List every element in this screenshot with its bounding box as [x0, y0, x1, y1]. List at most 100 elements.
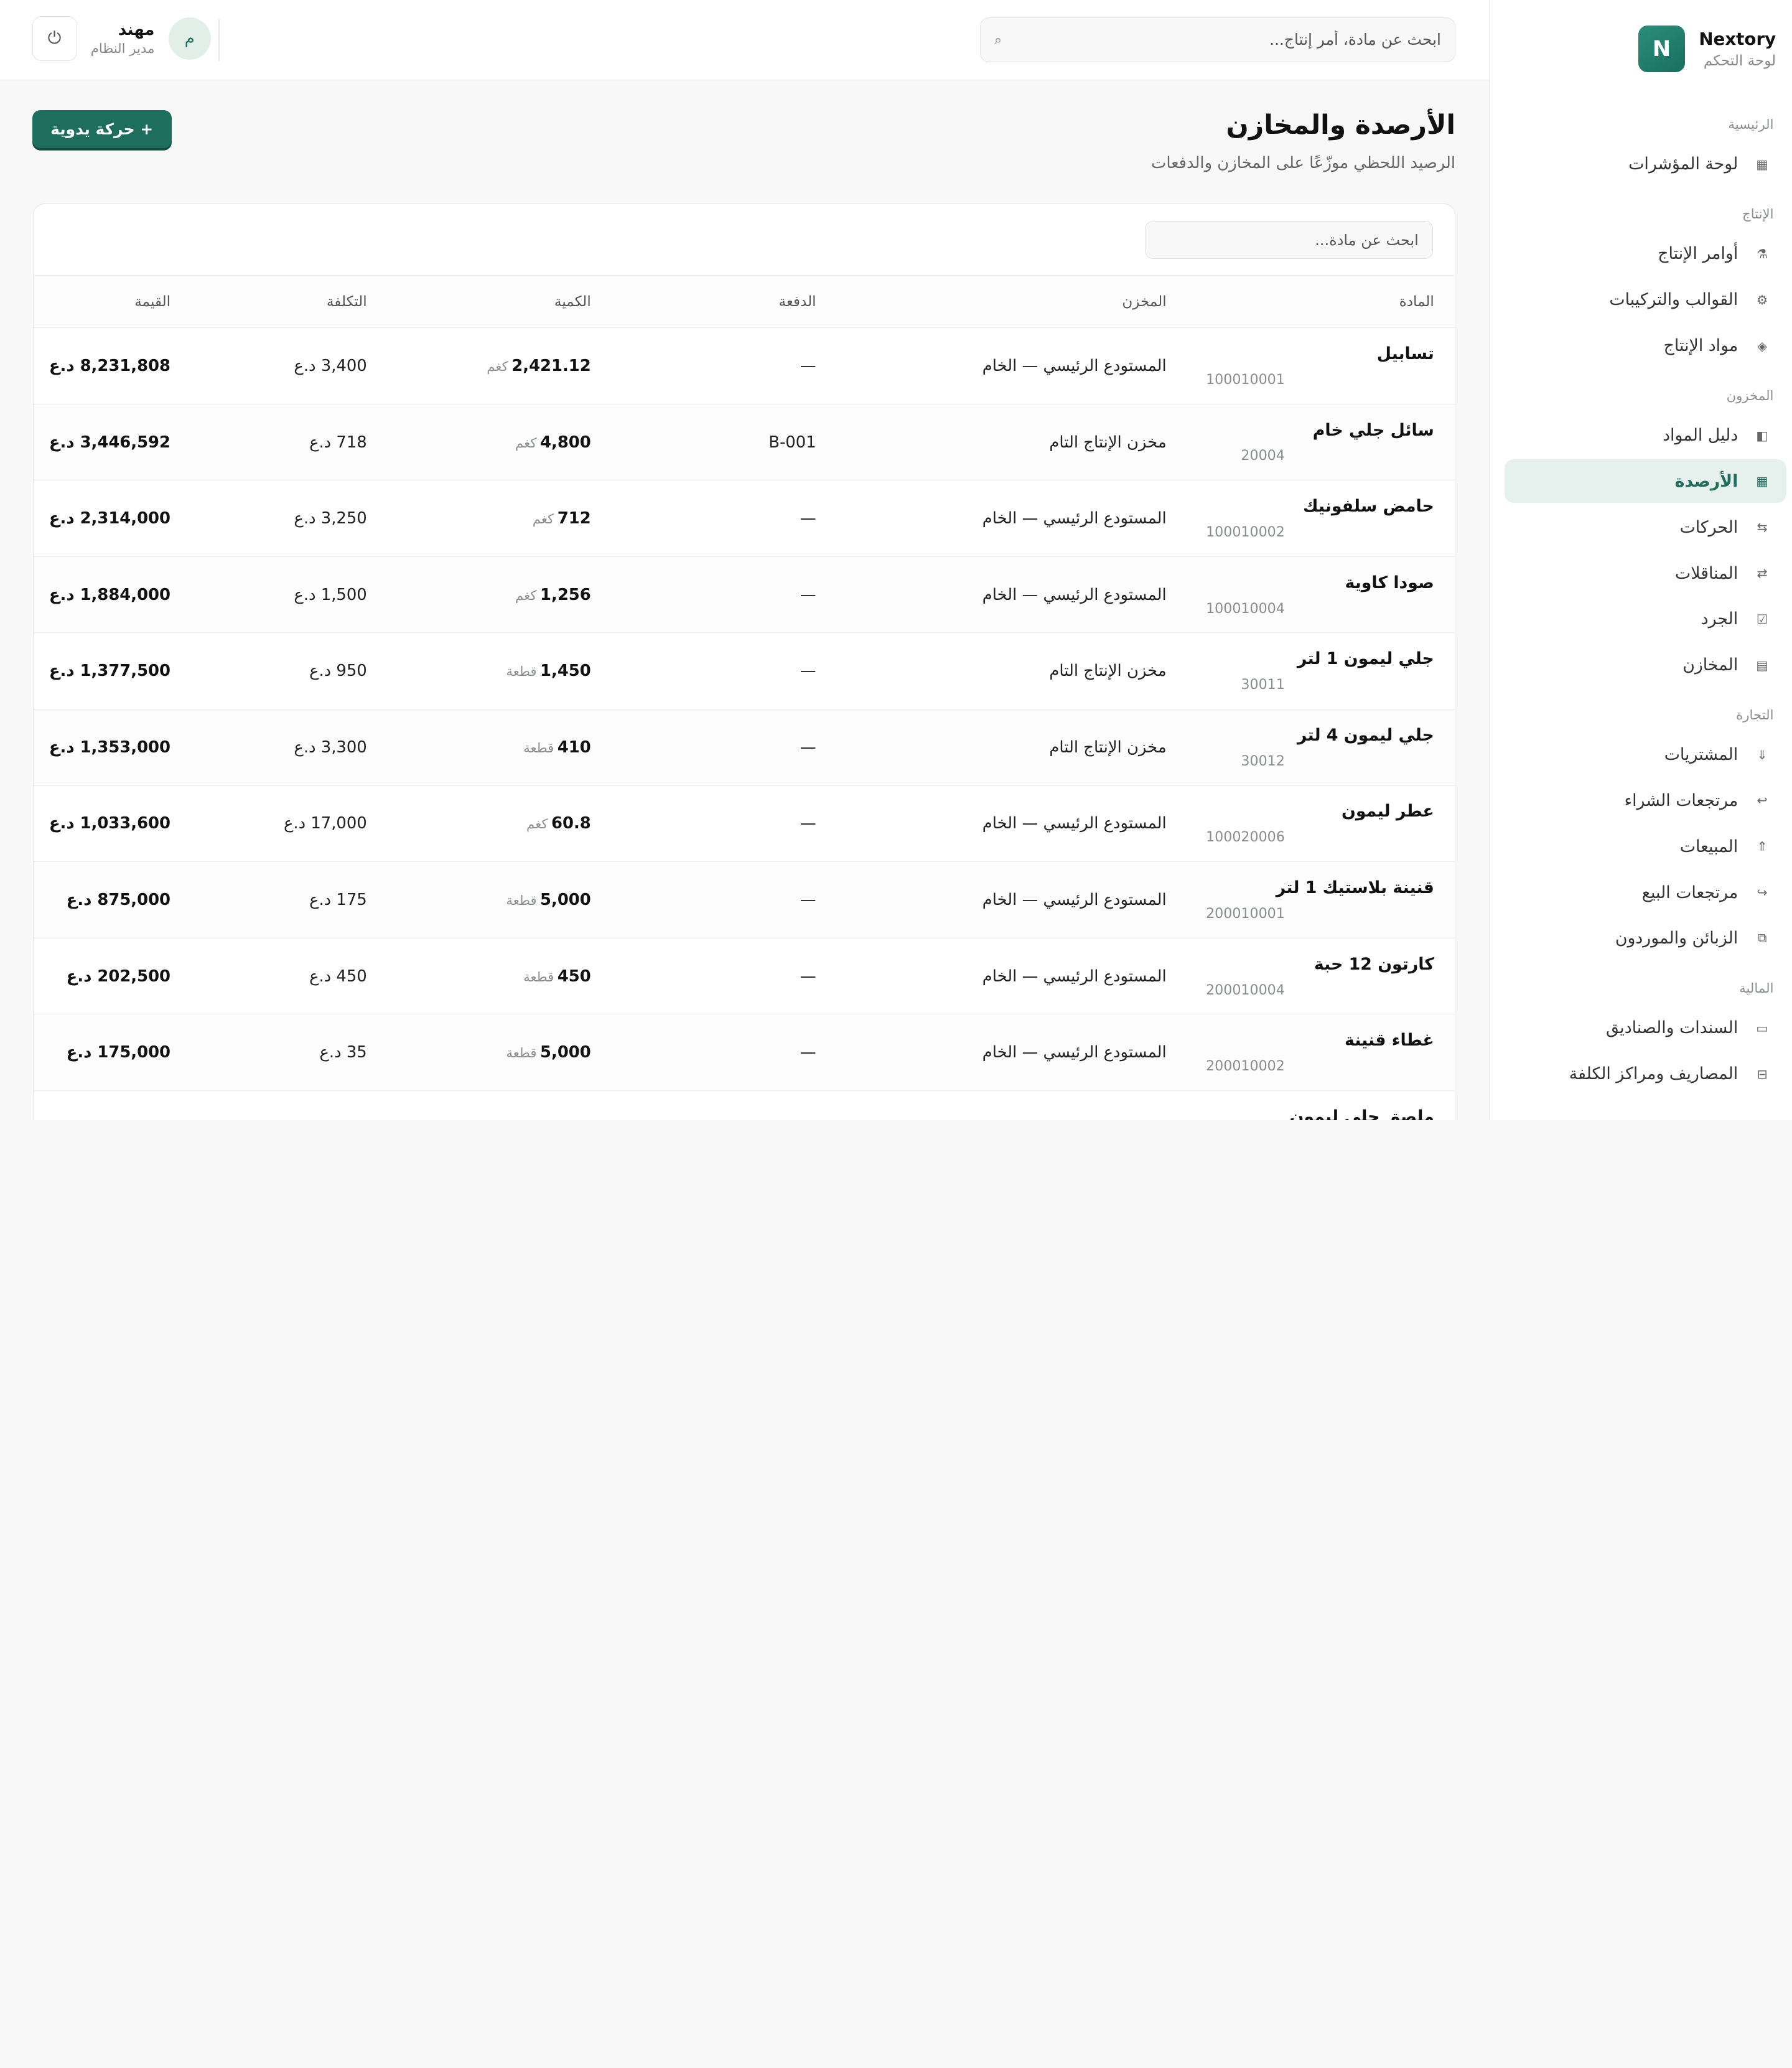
sidebar-item-label: الجرد	[1701, 609, 1738, 629]
material-search[interactable]	[1144, 221, 1433, 260]
avatar[interactable]: م	[168, 17, 211, 60]
cell-material: جلي ليمون 1 لتر 30011	[1241, 649, 1434, 693]
material-code: 100010001	[1206, 371, 1285, 388]
header-material[interactable]: المادة	[1399, 294, 1434, 310]
sidebar-item-label: المشتريات	[1664, 745, 1738, 765]
cell-qty: 1,450قطعة	[506, 662, 590, 680]
brand-name: Nextory	[1699, 29, 1776, 50]
qty-unit: قطعة	[523, 740, 554, 756]
gear-icon: ⚙	[1756, 292, 1768, 307]
header-warehouse[interactable]: المخزن	[1122, 294, 1166, 310]
table-row[interactable]: حامض سلفونيك 100010002 المستودع الرئيسي …	[34, 480, 1455, 557]
cell-qty: 450قطعة	[523, 967, 591, 986]
logout-button[interactable]: ⏻	[32, 16, 77, 61]
table-body: تسابيل 100010001 المستودع الرئيسي — الخا…	[34, 328, 1455, 1120]
global-search[interactable]: ⌕	[979, 17, 1456, 62]
table-row[interactable]: تسابيل 100010001 المستودع الرئيسي — الخا…	[34, 328, 1455, 405]
material-name: سائل جلي خام	[1312, 420, 1434, 440]
material-name: تسابيل	[1376, 344, 1434, 363]
cell-material: غطاء قنينة 200010002	[1206, 1031, 1434, 1074]
cell-material: تسابيل 100010001	[1206, 344, 1434, 388]
balances-table: المادة المخزن الدفعة الكمية التكلفة القي…	[34, 275, 1455, 1120]
table-row[interactable]: صودا كاوية 100010004 المستودع الرئيسي — …	[34, 556, 1455, 634]
sidebar-item[interactable]: ↪ مرتجعات البيع	[1505, 871, 1786, 914]
sidebar-item-label: مواد الإنتاج	[1663, 336, 1738, 356]
table-row[interactable]: عطر ليمون 100020006 المستودع الرئيسي — ا…	[34, 786, 1455, 863]
cell-cost: 718 د.ع	[309, 433, 367, 452]
table-row[interactable]: سائل جلي خام 20004 مخزن الإنتاج التام B-…	[34, 404, 1455, 481]
cell-material: جلي ليمون 4 لتر 30012	[1241, 726, 1434, 769]
table-row[interactable]: جلي ليمون 1 لتر 30011 مخزن الإنتاج التام…	[34, 633, 1455, 710]
sidebar-item[interactable]: ▤ المخازن	[1505, 643, 1786, 687]
material-code: 100010002	[1206, 524, 1285, 541]
material-search-input[interactable]	[1159, 231, 1419, 249]
book-icon: ◧	[1756, 428, 1768, 443]
topbar-divider	[218, 19, 220, 61]
sidebar-item[interactable]: ◧ دليل المواد	[1505, 413, 1786, 457]
qty-number: 1,450	[540, 662, 591, 681]
header-batch[interactable]: الدفعة	[779, 294, 816, 310]
cell-cost: 175 د.ع	[309, 890, 367, 909]
header-cost[interactable]: التكلفة	[327, 294, 367, 310]
sidebar-item[interactable]: ▭ السندات والصناديق	[1505, 1006, 1786, 1050]
sidebar-item[interactable]: ↩ مرتجعات الشراء	[1505, 779, 1786, 822]
cell-qty: 5,000قطعة	[506, 1043, 590, 1062]
material-name: ملصق جلي ليمون	[1289, 1107, 1434, 1121]
table-row[interactable]: كارتون 12 حبة 200010004 المستودع الرئيسي…	[34, 938, 1455, 1015]
cell-warehouse: المستودع الرئيسي — الخام	[982, 814, 1167, 833]
brand[interactable]: Nextory لوحة التحكم N	[1638, 25, 1776, 73]
sidebar-item-label: المبيعات	[1679, 836, 1738, 856]
cell-warehouse: مخزن الإنتاج التام	[1049, 662, 1167, 681]
cell-batch: —	[800, 585, 816, 604]
sidebar-item[interactable]: ◈ مواد الإنتاج	[1505, 324, 1786, 368]
table-row[interactable]: قنينة بلاستيك 1 لتر 200010001 المستودع ا…	[34, 862, 1455, 938]
sidebar-item[interactable]: ▦ لوحة المؤشرات	[1505, 143, 1786, 186]
brand-text: Nextory لوحة التحكم	[1699, 29, 1776, 69]
sidebar-item-label: المناقلات	[1675, 563, 1738, 583]
sidebar-item[interactable]: ⚙ القوالب والتركيبات	[1505, 278, 1786, 322]
table-row[interactable]: غطاء قنينة 200010002 المستودع الرئيسي — …	[34, 1014, 1455, 1091]
cell-material: كارتون 12 حبة 200010004	[1206, 955, 1434, 998]
topbar: ⌕ ⏻ مهند مدير النظام م	[0, 0, 1489, 81]
table-row[interactable]: ملصق جلي ليمون المستودع الرئيسي — الخام …	[34, 1091, 1455, 1120]
header-value[interactable]: القيمة	[134, 294, 170, 310]
user-info: مهند مدير النظام	[91, 21, 155, 57]
material-name: صودا كاوية	[1345, 573, 1434, 592]
cell-value: 8,231,808 د.ع	[49, 356, 171, 375]
cell-batch: —	[800, 890, 816, 909]
warehouse-icon: ▤	[1756, 657, 1768, 673]
sidebar-item[interactable]: ⇆ الحركات	[1505, 505, 1786, 549]
cash-icon: ▭	[1756, 1020, 1768, 1036]
table-row[interactable]: جلي ليمون 4 لتر 30012 مخزن الإنتاج التام…	[34, 709, 1455, 786]
sidebar-item[interactable]: ⚗ أوامر الإنتاج	[1505, 232, 1786, 276]
arrow-down-icon: ⇓	[1757, 747, 1768, 762]
global-search-input[interactable]	[1013, 30, 1441, 49]
forward-return-icon: ↪	[1757, 885, 1768, 901]
sidebar-item[interactable]: ☑ الجرد	[1505, 597, 1786, 641]
cell-material: قنينة بلاستيك 1 لتر 200010001	[1206, 878, 1434, 922]
sidebar-item[interactable]: ⇑ المبيعات	[1505, 825, 1786, 868]
sidebar-item[interactable]: ⧉ الزبائن والموردون	[1505, 917, 1786, 960]
qty-number: 2,421.12	[511, 356, 591, 375]
sidebar-item-label: أوامر الإنتاج	[1658, 244, 1738, 264]
cell-batch: —	[800, 509, 816, 528]
manual-movement-button[interactable]: + حركة يدوية	[32, 110, 172, 149]
arrow-up-icon: ⇑	[1757, 839, 1768, 854]
factory-icon: ⚗	[1756, 246, 1768, 261]
sidebar-item[interactable]: ▦ الأرصدة	[1505, 459, 1786, 503]
cell-material: ملصق جلي ليمون	[1285, 1107, 1434, 1120]
cell-batch: —	[800, 662, 816, 681]
checkbox-icon: ☑	[1756, 611, 1768, 627]
sidebar-item-label: دليل المواد	[1663, 426, 1738, 446]
cell-batch: —	[800, 966, 816, 986]
sidebar-item[interactable]: ⇓ المشتريات	[1505, 733, 1786, 777]
sidebar-item-label: مرتجعات الشراء	[1624, 790, 1738, 810]
sidebar-item[interactable]: ⊟ المصاريف ومراكز الكلفة	[1505, 1052, 1786, 1096]
grid-icon: ▦	[1756, 156, 1768, 172]
header-qty[interactable]: الكمية	[554, 294, 591, 310]
material-name: حامض سلفونيك	[1303, 497, 1434, 517]
cell-qty: 1,256كغم	[515, 586, 591, 604]
material-code: 20004	[1241, 447, 1285, 464]
qty-unit: كغم	[526, 816, 548, 833]
sidebar-item[interactable]: ⇄ المناقلات	[1505, 551, 1786, 595]
